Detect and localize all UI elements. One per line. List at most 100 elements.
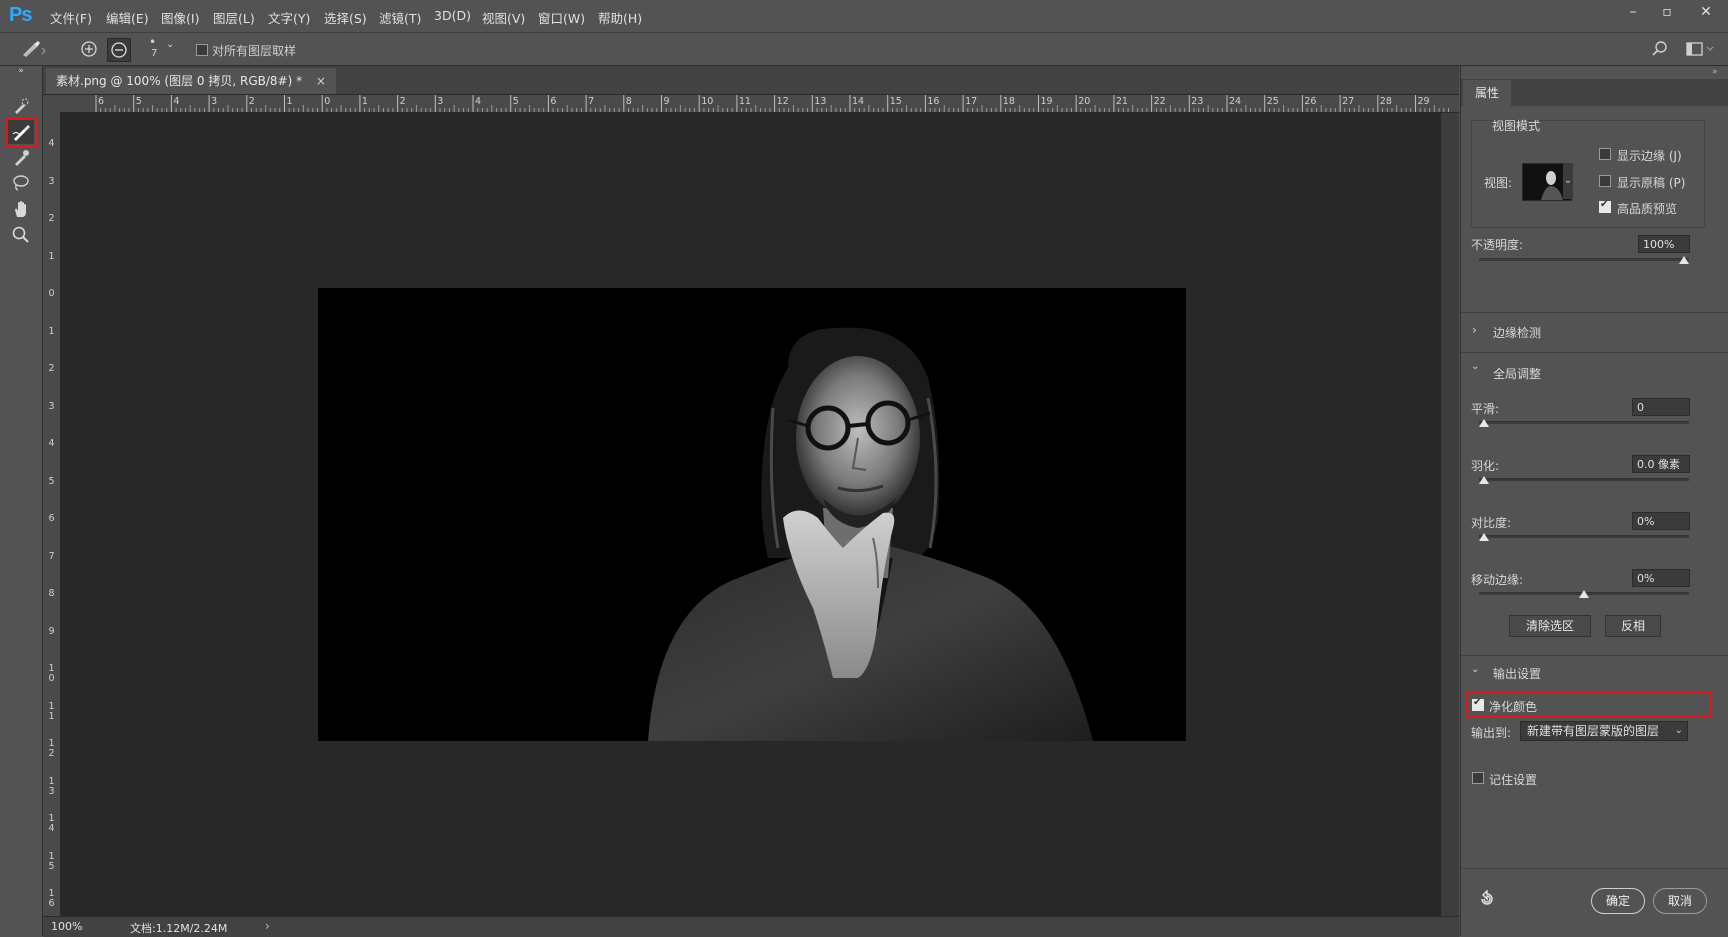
opacity-slider-thumb[interactable]: [1679, 256, 1689, 264]
ruler-tick-label: 25: [1266, 96, 1279, 107]
brush-size-value[interactable]: 7: [151, 48, 157, 59]
ruler-tick-label: 22: [1153, 96, 1166, 107]
ruler-tick-label: 6: [48, 513, 55, 524]
opacity-input[interactable]: 100%: [1638, 235, 1690, 253]
global-adjust-title[interactable]: 全局调整: [1493, 365, 1541, 382]
search-icon[interactable]: [1651, 40, 1669, 61]
restore-button[interactable]: ▫: [1650, 1, 1684, 23]
close-tab-icon[interactable]: ×: [316, 74, 326, 88]
ruler-tick-label: 4: [173, 96, 180, 107]
smooth-slider-thumb[interactable]: [1479, 419, 1489, 427]
menu-3d[interactable]: 3D(D): [434, 8, 471, 23]
ruler-tick-label: 29: [1417, 96, 1430, 107]
menu-layer[interactable]: 图层(L): [213, 8, 255, 27]
show-edge-label: 显示边缘 (J): [1617, 149, 1682, 163]
close-window-button[interactable]: ✕: [1689, 1, 1723, 23]
invert-button[interactable]: 反相: [1605, 615, 1661, 637]
ruler-tick-label: 4: [48, 438, 55, 449]
ruler-tick-label: 4: [475, 96, 482, 107]
smooth-label: 平滑:: [1471, 402, 1500, 416]
lasso-tool-icon[interactable]: [8, 171, 34, 195]
zoom-tool-icon[interactable]: [8, 223, 34, 247]
ruler-tick-label: 2: [248, 96, 255, 107]
edge-detection-title[interactable]: 边缘检测: [1493, 324, 1541, 341]
hand-tool-icon[interactable]: [8, 197, 34, 221]
shift-edge-label: 移动边缘:: [1471, 573, 1524, 587]
output-to-select[interactable]: 新建带有图层蒙版的图层 ⌄: [1520, 721, 1688, 741]
ruler-tick-label: 3: [48, 175, 55, 187]
menu-type[interactable]: 文字(Y): [268, 8, 310, 27]
ruler-tick-label: 15: [889, 96, 902, 107]
ok-button[interactable]: 确定: [1591, 888, 1645, 914]
ruler-tick-label: 1: [48, 250, 55, 262]
cancel-button[interactable]: 取消: [1653, 888, 1707, 914]
reset-icon[interactable]: [1478, 889, 1496, 911]
feather-slider-thumb[interactable]: [1479, 476, 1489, 484]
brush-tool-icon[interactable]: [8, 146, 34, 170]
menu-file[interactable]: 文件(F): [50, 8, 92, 27]
menu-select[interactable]: 选择(S): [324, 8, 367, 27]
divider: [1461, 312, 1728, 313]
clear-selection-button[interactable]: 清除选区: [1509, 615, 1591, 637]
remember-settings-checkbox[interactable]: [1472, 772, 1484, 784]
menu-filter[interactable]: 滤镜(T): [379, 8, 421, 27]
high-quality-preview-checkbox[interactable]: [1599, 199, 1611, 213]
show-edge-checkbox[interactable]: [1599, 148, 1611, 160]
feather-slider-track[interactable]: [1479, 478, 1689, 481]
chevron-right-icon[interactable]: ›: [1472, 323, 1477, 337]
expand-panel-icon[interactable]: »: [8, 66, 34, 76]
brush-size-dropdown-icon[interactable]: ⌄: [166, 39, 174, 50]
show-original-checkbox[interactable]: [1599, 175, 1611, 187]
smooth-input[interactable]: 0: [1632, 398, 1690, 416]
ruler-tick-label: 1 6: [48, 888, 55, 909]
shift-edge-slider-thumb[interactable]: [1579, 590, 1589, 598]
ruler-tick-label: 1 3: [48, 775, 55, 797]
ruler-tick-label: 10: [701, 96, 714, 107]
opacity-slider-track[interactable]: [1479, 258, 1689, 261]
contrast-input[interactable]: 0%: [1632, 512, 1690, 530]
ruler-tick-label: 8: [625, 96, 632, 107]
contrast-slider-thumb[interactable]: [1479, 533, 1489, 541]
menu-help[interactable]: 帮助(H): [598, 8, 642, 27]
menu-bar: Ps 文件(F) 编辑(E) 图像(I) 图层(L) 文字(Y) 选择(S) 滤…: [0, 0, 1728, 33]
subtract-from-selection-icon[interactable]: [107, 38, 131, 62]
shift-edge-input[interactable]: 0%: [1632, 569, 1690, 587]
ruler-tick-label: 19: [1040, 96, 1053, 107]
document-tab[interactable]: 素材.png @ 100% (图层 0 拷贝, RGB/8#) * ×: [46, 68, 336, 94]
vertical-scrollbar[interactable]: [1441, 113, 1459, 916]
ruler-tick-label: 6: [98, 96, 105, 107]
tab-properties[interactable]: 属性: [1463, 80, 1511, 106]
output-settings-title[interactable]: 输出设置: [1493, 665, 1541, 682]
ruler-vertical: 432101234567891 01 11 21 31 41 51 6: [43, 112, 61, 916]
ruler-tick-label: 0: [48, 288, 55, 299]
workspace-icon[interactable]: [1686, 40, 1716, 61]
quick-selection-tool-icon[interactable]: [8, 94, 34, 118]
menu-image[interactable]: 图像(I): [161, 8, 199, 27]
add-to-selection-icon[interactable]: [80, 40, 98, 61]
chevron-down-icon[interactable]: ⌄: [1471, 664, 1479, 675]
decontaminate-colors-checkbox[interactable]: [1472, 697, 1484, 711]
smooth-slider-track[interactable]: [1479, 421, 1689, 424]
document-tab-title: 素材.png @ 100% (图层 0 拷贝, RGB/8#) *: [56, 74, 303, 88]
view-mode-title: 视图模式: [1492, 119, 1541, 133]
ruler-tick-label: 1: [286, 96, 293, 107]
collapse-right-panel-icon[interactable]: »: [1712, 67, 1718, 77]
ruler-tick-label: 7: [588, 96, 595, 107]
minimize-button[interactable]: –: [1616, 1, 1650, 23]
view-mode-dropdown-icon[interactable]: ⌄: [1563, 163, 1573, 199]
tool-highlight-box: [5, 118, 37, 147]
menu-view[interactable]: 视图(V): [482, 8, 525, 27]
zoom-level[interactable]: 100%: [51, 920, 82, 933]
contrast-slider-track[interactable]: [1479, 535, 1689, 538]
menu-edit[interactable]: 编辑(E): [106, 8, 149, 27]
document-image[interactable]: [318, 288, 1186, 741]
sample-all-layers-checkbox[interactable]: [196, 44, 208, 56]
feather-input[interactable]: 0.0 像素: [1632, 455, 1690, 473]
ruler-tick-label: 1: [361, 96, 368, 107]
ruler-tick-label: 1 4: [48, 813, 55, 834]
menu-window[interactable]: 窗口(W): [538, 8, 585, 27]
status-menu-arrow[interactable]: ›: [265, 919, 270, 933]
ruler-tick-label: 16: [927, 96, 940, 107]
brush-preset-icon[interactable]: [20, 39, 46, 62]
chevron-down-icon[interactable]: ⌄: [1471, 361, 1479, 372]
